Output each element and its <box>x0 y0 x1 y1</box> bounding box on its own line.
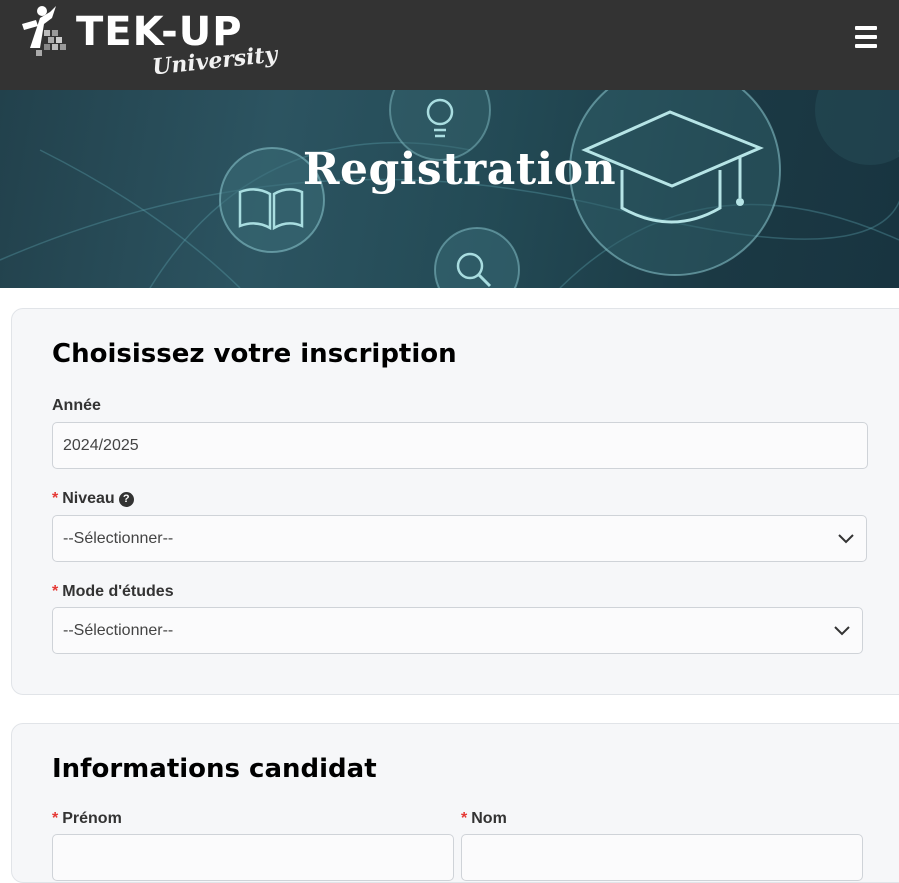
chevron-down-icon <box>838 534 854 544</box>
required-marker: * <box>52 810 59 827</box>
prenom-label-text: Prénom <box>62 810 122 827</box>
niveau-label: * Niveau? <box>52 490 134 508</box>
search-icon <box>434 227 520 288</box>
prenom-input[interactable] <box>52 834 454 881</box>
tekup-logo[interactable]: TEK-UP University <box>16 4 279 84</box>
candidat-card: Informations candidat * Prénom * Nom <box>11 723 899 883</box>
annee-field[interactable]: 2024/2025 <box>52 422 868 469</box>
inscription-title: Choisissez votre inscription <box>52 339 457 369</box>
inscription-card: Choisissez votre inscription Année 2024/… <box>11 308 899 695</box>
required-marker: * <box>52 583 59 600</box>
nom-input[interactable] <box>461 834 863 881</box>
hamburger-menu-icon[interactable] <box>855 26 879 48</box>
logo-mark-icon <box>22 6 66 56</box>
nom-label-text: Nom <box>471 810 507 827</box>
candidat-title: Informations candidat <box>52 754 377 784</box>
page-title: Registration <box>302 144 617 195</box>
nom-label: * Nom <box>461 810 507 828</box>
question-circle-icon[interactable]: ? <box>118 492 134 507</box>
annee-value: 2024/2025 <box>63 437 139 454</box>
niveau-selected-value: --Sélectionner-- <box>63 530 174 547</box>
mode-label-text: Mode d'études <box>62 583 174 600</box>
mode-label: * Mode d'études <box>52 583 174 601</box>
chevron-down-icon <box>834 626 850 636</box>
hero-banner: Registration <box>0 90 899 288</box>
mode-selected-value: --Sélectionner-- <box>63 622 174 639</box>
required-marker: * <box>461 810 468 827</box>
required-marker: * <box>52 490 59 507</box>
annee-label: Année <box>52 397 101 415</box>
annee-label-text: Année <box>52 397 101 414</box>
niveau-label-text: Niveau <box>62 490 115 507</box>
prenom-label: * Prénom <box>52 810 122 828</box>
niveau-select[interactable]: --Sélectionner-- <box>52 515 867 562</box>
top-navbar: TEK-UP University <box>0 0 899 90</box>
mode-etudes-select[interactable]: --Sélectionner-- <box>52 607 863 654</box>
